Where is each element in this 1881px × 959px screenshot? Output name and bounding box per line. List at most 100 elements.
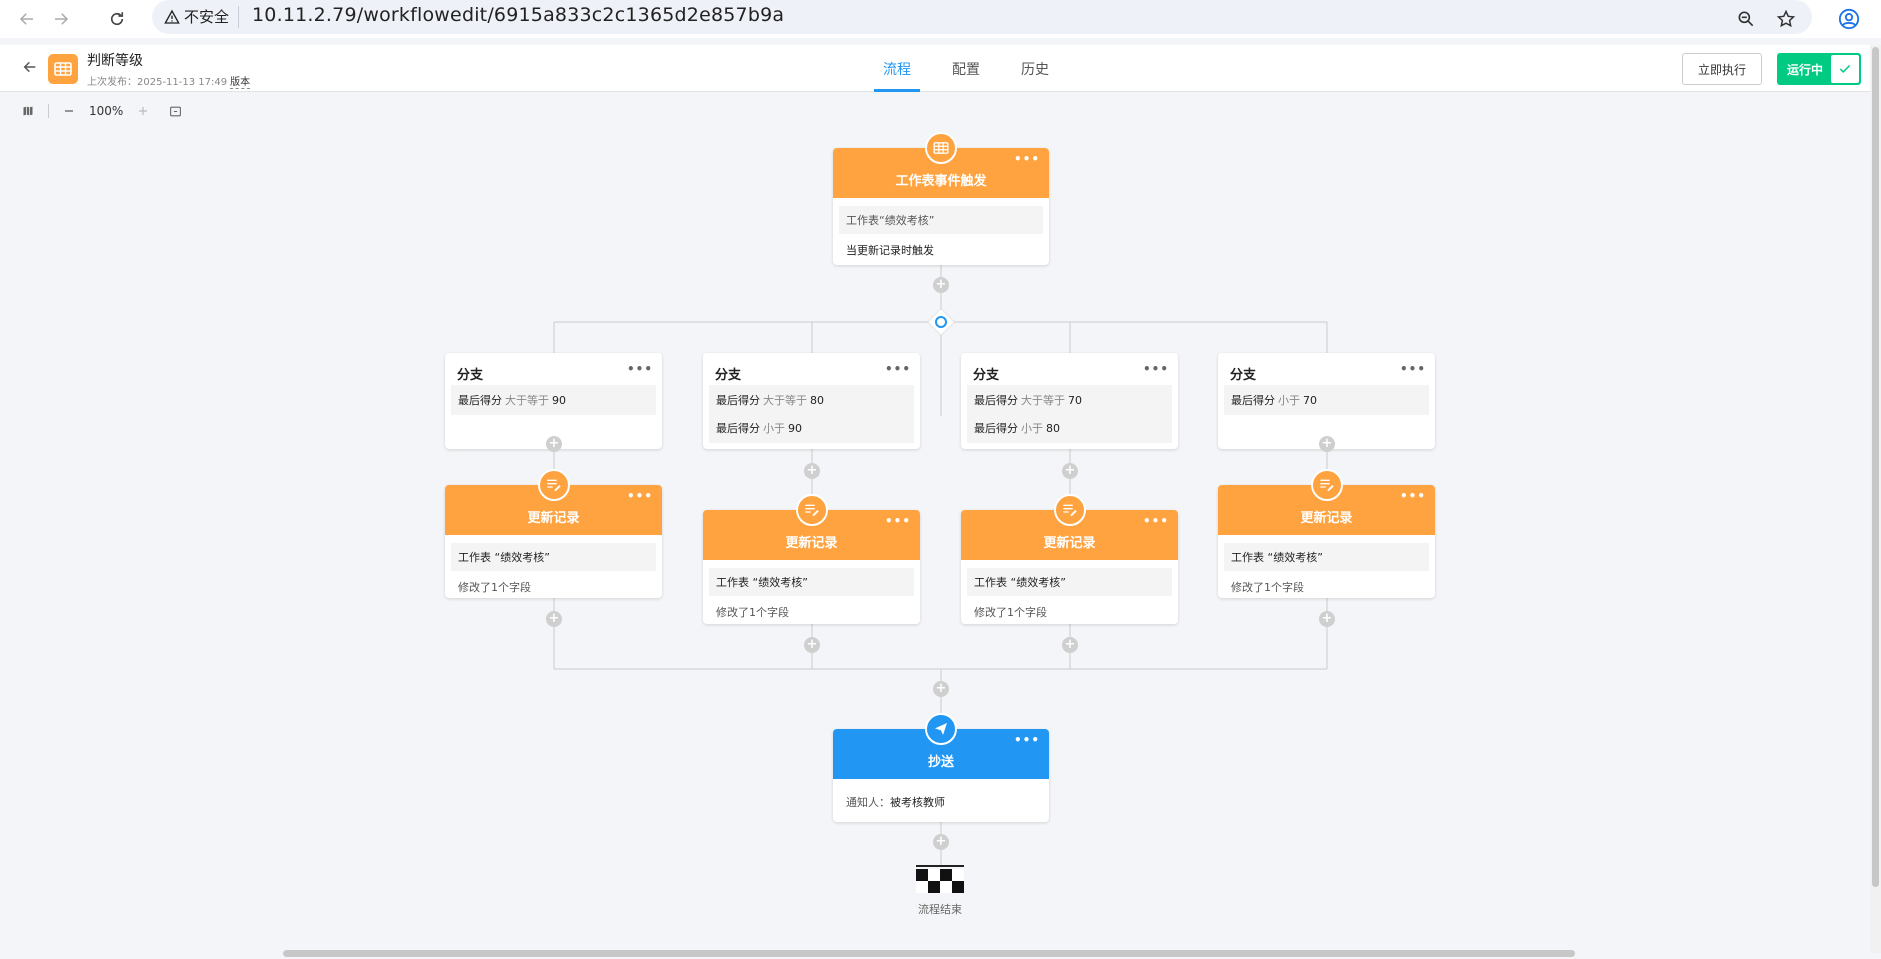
reload-icon[interactable] (102, 4, 132, 34)
more-options-icon[interactable]: ••• (1400, 363, 1426, 375)
branch-node-4[interactable]: 分支 ••• 最后得分 小于 70 (1218, 353, 1435, 449)
vertical-scroll-thumb[interactable] (1872, 47, 1879, 887)
security-indicator[interactable]: 不安全 (164, 6, 229, 27)
more-options-icon[interactable]: ••• (885, 363, 911, 375)
app-header: 判断等级 上次发布：2025-11-13 17:49 版本 流程 配置 历史 立即… (0, 45, 1870, 92)
condition-row: 最后得分 大于等于 80 (716, 386, 907, 414)
condition-row: 最后得分 大于等于 90 (458, 386, 649, 414)
tab-config[interactable]: 配置 (939, 45, 993, 92)
update-node-body: 工作表 “绩效考核” 修改了1个字段 (703, 560, 920, 634)
back-arrow-icon[interactable] (12, 4, 42, 34)
browser-toolbar: 不安全 10.11.2.79/workflowedit/6915a833c2c1… (0, 0, 1881, 38)
add-node-button[interactable]: + (1319, 611, 1335, 627)
send-icon (925, 713, 957, 745)
branch-node-3[interactable]: 分支 ••• 最后得分 大于等于 70 最后得分 小于 80 (961, 353, 1178, 449)
branch-title: 分支 ••• (445, 353, 662, 385)
more-options-icon[interactable]: ••• (1014, 734, 1040, 746)
check-icon (1831, 55, 1859, 83)
flow-end-label: 流程结束 (918, 903, 962, 916)
vertical-scrollbar[interactable] (1870, 45, 1881, 953)
more-options-icon[interactable]: ••• (1014, 153, 1040, 165)
more-options-icon[interactable]: ••• (1143, 363, 1169, 375)
back-arrow-icon[interactable] (18, 55, 42, 79)
forward-arrow-icon[interactable] (46, 4, 76, 34)
tab-history[interactable]: 历史 (1008, 45, 1062, 92)
update-record-node-2[interactable]: 更新记录 ••• 工作表 “绩效考核” 修改了1个字段 (703, 494, 920, 624)
horizontal-scroll-thumb[interactable] (283, 950, 1575, 957)
horizontal-scrollbar[interactable] (0, 946, 1870, 959)
add-node-button[interactable]: + (546, 611, 562, 627)
condition-value: 80 (810, 394, 824, 407)
add-node-button[interactable]: + (933, 834, 949, 850)
more-options-icon[interactable]: ••• (1143, 515, 1169, 527)
condition-field: 最后得分 (974, 394, 1018, 407)
add-node-button[interactable]: + (546, 436, 562, 452)
run-now-button[interactable]: 立即执行 (1682, 53, 1762, 85)
update-node-body: 工作表 “绩效考核” 修改了1个字段 (961, 560, 1178, 634)
branch-conditions: 最后得分 大于等于 90 (445, 385, 662, 423)
branch-gateway-icon (935, 316, 947, 328)
more-options-icon[interactable]: ••• (627, 490, 653, 502)
worksheet-icon (925, 132, 957, 164)
more-options-icon[interactable]: ••• (627, 363, 653, 375)
cc-node-title: 抄送 (927, 755, 954, 770)
condition-field: 最后得分 (974, 422, 1018, 435)
trigger-node[interactable]: 工作表事件触发 ••• 工作表“绩效考核” 当更新记录时触发 (833, 132, 1049, 265)
tab-flow[interactable]: 流程 (870, 45, 924, 92)
update-sheet-text: 工作表 “绩效考核” (458, 551, 550, 564)
update-sheet: 工作表 “绩效考核” (709, 568, 914, 596)
add-node-button[interactable]: + (933, 277, 949, 293)
condition-row: 最后得分 小于 70 (1231, 386, 1422, 414)
last-published: 上次发布：2025-11-13 17:49 版本 (87, 73, 251, 89)
notify-row: 通知人：被考核教师 (839, 788, 1043, 816)
workflow-title[interactable]: 判断等级 (87, 50, 143, 70)
more-options-icon[interactable]: ••• (1400, 490, 1426, 502)
branch-conditions: 最后得分 小于 70 (1218, 385, 1435, 423)
cc-node-header: 抄送 ••• (833, 713, 1049, 779)
update-node-title: 更新记录 (1300, 511, 1353, 526)
add-node-button[interactable]: + (933, 681, 949, 697)
update-node-title: 更新记录 (527, 511, 580, 526)
notify-value: 被考核教师 (890, 796, 945, 809)
branch-conditions: 最后得分 大于等于 70 最后得分 小于 80 (961, 385, 1178, 451)
add-node-button[interactable]: + (1062, 463, 1078, 479)
add-node-button[interactable]: + (1062, 637, 1078, 653)
condition-operator: 大于等于 (763, 394, 807, 407)
condition-field: 最后得分 (716, 422, 760, 435)
update-record-node-4[interactable]: 更新记录 ••• 工作表 “绩效考核” 修改了1个字段 (1218, 469, 1435, 598)
branch-title-text: 分支 (457, 368, 484, 383)
condition-field: 最后得分 (458, 394, 502, 407)
branch-node-1[interactable]: 分支 ••• 最后得分 大于等于 90 (445, 353, 662, 449)
condition-value: 90 (552, 394, 566, 407)
add-node-button[interactable]: + (804, 637, 820, 653)
condition-value: 80 (1046, 422, 1060, 435)
update-node-header: 更新记录 ••• (1218, 469, 1435, 535)
condition-field: 最后得分 (1231, 394, 1275, 407)
security-label: 不安全 (184, 8, 230, 26)
version-link[interactable]: 版本 (230, 77, 251, 89)
condition-box: 最后得分 大于等于 80 最后得分 小于 90 (709, 385, 914, 443)
update-sheet: 工作表 “绩效考核” (451, 543, 656, 571)
more-options-icon[interactable]: ••• (885, 515, 911, 527)
add-node-button[interactable]: + (804, 463, 820, 479)
condition-box: 最后得分 大于等于 70 最后得分 小于 80 (967, 385, 1172, 443)
update-record-node-1[interactable]: 更新记录 ••• 工作表 “绩效考核” 修改了1个字段 (445, 469, 662, 598)
branch-title-text: 分支 (1230, 368, 1257, 383)
update-node-body: 工作表 “绩效考核” 修改了1个字段 (445, 535, 662, 609)
add-node-button[interactable]: + (1319, 436, 1335, 452)
profile-icon[interactable] (1834, 4, 1864, 34)
workflow-canvas[interactable]: 工作表事件触发 ••• 工作表“绩效考核” 当更新记录时触发 + 分支 ••• 最… (0, 93, 1870, 953)
trigger-node-header: 工作表事件触发 ••• (833, 132, 1049, 198)
condition-operator: 小于 (1278, 394, 1300, 407)
edit-record-icon (795, 494, 828, 526)
zoom-icon[interactable] (1731, 4, 1761, 34)
worksheet-app-icon (48, 54, 78, 84)
branch-node-2[interactable]: 分支 ••• 最后得分 大于等于 80 最后得分 小于 90 (703, 353, 920, 449)
condition-box: 最后得分 大于等于 90 (451, 385, 656, 415)
bookmark-star-icon[interactable] (1771, 4, 1801, 34)
update-record-node-3[interactable]: 更新记录 ••• 工作表 “绩效考核” 修改了1个字段 (961, 494, 1178, 624)
running-toggle[interactable]: 运行中 (1777, 53, 1861, 85)
url-text[interactable]: 10.11.2.79/workflowedit/6915a833c2c1365d… (252, 4, 784, 26)
main-tabs: 流程 配置 历史 (870, 45, 1077, 92)
cc-node[interactable]: 抄送 ••• 通知人：被考核教师 (833, 713, 1049, 822)
